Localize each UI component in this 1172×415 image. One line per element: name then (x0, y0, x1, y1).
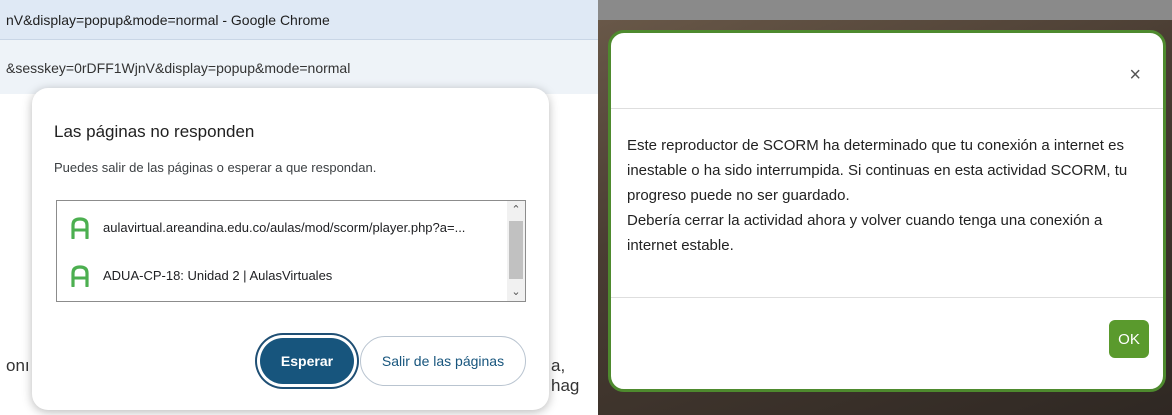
background-strip (598, 0, 1172, 20)
scorm-connection-modal: × Este reproductor de SCORM ha determina… (608, 30, 1166, 392)
list-item[interactable]: aulavirtual.areandina.edu.co/aulas/mod/s… (57, 211, 505, 245)
areandina-favicon-icon (71, 217, 89, 239)
areandina-favicon-icon (71, 265, 89, 287)
chevron-up-icon[interactable]: ⌃ (507, 201, 525, 219)
modal-message: Este reproductor de SCORM ha determinado… (627, 137, 1128, 204)
leave-pages-button[interactable]: Salir de las páginas (360, 336, 526, 386)
list-item[interactable]: ADUA-CP-18: Unidad 2 | AulasVirtuales (57, 259, 505, 293)
address-bar[interactable]: &sesskey=0rDFF1WjnV&display=popup&mode=n… (0, 40, 598, 94)
modal-body: Este reproductor de SCORM ha determinado… (627, 133, 1147, 258)
background-page-text: a, hag (551, 356, 580, 395)
modal-message: Debería cerrar la actividad ahora y volv… (627, 212, 1103, 254)
scorm-page-background: × Este reproductor de SCORM ha determina… (598, 0, 1172, 415)
background-page-text: onı (6, 356, 30, 375)
window-title-bar[interactable]: nV&display=popup&mode=normal - Google Ch… (0, 0, 598, 40)
dialog-message: Puedes salir de las páginas o esperar a … (54, 160, 377, 175)
window-title: nV&display=popup&mode=normal - Google Ch… (6, 12, 330, 28)
unresponsive-pages-list[interactable]: aulavirtual.areandina.edu.co/aulas/mod/s… (56, 200, 526, 302)
ok-button[interactable]: OK (1109, 320, 1149, 358)
close-icon[interactable]: × (1129, 65, 1141, 85)
scrollbar-thumb[interactable] (509, 221, 523, 279)
dialog-title: Las páginas no responden (54, 122, 255, 141)
modal-header: × (611, 33, 1163, 109)
chrome-window: nV&display=popup&mode=normal - Google Ch… (0, 0, 598, 415)
wait-button[interactable]: Esperar (260, 338, 354, 384)
page-label: ADUA-CP-18: Unidad 2 | AulasVirtuales (103, 268, 333, 283)
scrollbar[interactable]: ⌃ ⌄ (507, 201, 525, 301)
chevron-down-icon[interactable]: ⌄ (507, 283, 525, 301)
page-unresponsive-dialog: Las páginas no responden Puedes salir de… (32, 88, 549, 410)
page-label: aulavirtual.areandina.edu.co/aulas/mod/s… (103, 220, 466, 235)
address-text: &sesskey=0rDFF1WjnV&display=popup&mode=n… (6, 60, 351, 76)
modal-footer: OK (611, 297, 1163, 389)
